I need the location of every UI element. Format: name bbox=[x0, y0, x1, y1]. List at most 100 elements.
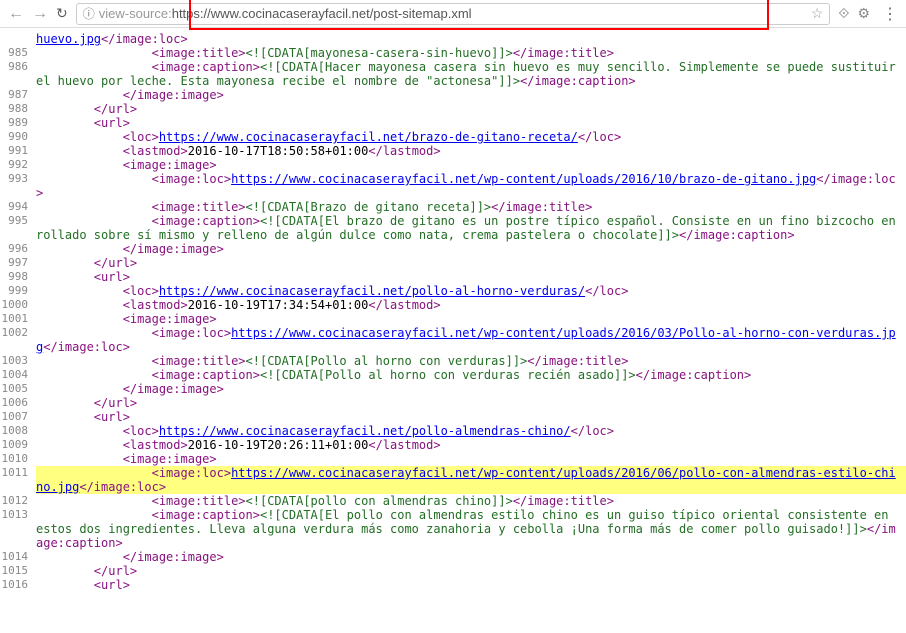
source-line: huevo.jpg</image:loc> bbox=[0, 32, 906, 46]
xml-tag: <loc> bbox=[123, 130, 159, 144]
line-content: <loc>https://www.cocinacaserayfacil.net/… bbox=[36, 424, 906, 438]
source-line: 1015 </url> bbox=[0, 564, 906, 578]
source-line: 986 <image:caption><![CDATA[Hacer mayone… bbox=[0, 60, 906, 88]
line-number: 990 bbox=[0, 130, 36, 144]
source-line: 991 <lastmod>2016-10-17T18:50:58+01:00</… bbox=[0, 144, 906, 158]
source-line: 1008 <loc>https://www.cocinacaserayfacil… bbox=[0, 424, 906, 438]
cdata-text: <![CDATA[mayonesa-casera-sin-huevo]]> bbox=[246, 46, 513, 60]
source-line: 989 <url> bbox=[0, 116, 906, 130]
xml-tag: </image:caption> bbox=[636, 368, 752, 382]
cdata-text: <![CDATA[Pollo al horno con verduras]]> bbox=[246, 354, 528, 368]
xml-tag: <loc> bbox=[123, 424, 159, 438]
xml-tag: <image:caption> bbox=[152, 214, 260, 228]
line-number: 1008 bbox=[0, 424, 36, 438]
cdata-text: <![CDATA[Pollo al horno con verduras rec… bbox=[260, 368, 636, 382]
text-node: 2016-10-19T20:26:11+01:00 bbox=[188, 438, 369, 452]
line-number: 999 bbox=[0, 284, 36, 298]
line-number: 1006 bbox=[0, 396, 36, 410]
source-line: 997 </url> bbox=[0, 256, 906, 270]
line-content: huevo.jpg</image:loc> bbox=[36, 32, 906, 46]
line-content: <image:image> bbox=[36, 452, 906, 466]
reload-button[interactable]: ↻ bbox=[56, 5, 68, 22]
xml-tag: <lastmod> bbox=[123, 144, 188, 158]
menu-button[interactable]: ⋮ bbox=[882, 4, 898, 24]
xml-tag: <image:title> bbox=[152, 494, 246, 508]
back-button[interactable]: ← bbox=[8, 5, 24, 23]
text-node: 2016-10-17T18:50:58+01:00 bbox=[188, 144, 369, 158]
browser-toolbar: ← → ↻ ⓘ view-source:https://www.cocinaca… bbox=[0, 0, 906, 28]
extension-icon-2[interactable]: ⚙ bbox=[857, 5, 870, 22]
xml-tag: </url> bbox=[94, 396, 137, 410]
text-node: 2016-10-19T17:34:54+01:00 bbox=[188, 298, 369, 312]
source-line: 993 <image:loc>https://www.cocinacaseray… bbox=[0, 172, 906, 200]
xml-tag: <image:image> bbox=[123, 312, 217, 326]
line-content: </image:image> bbox=[36, 242, 906, 256]
source-line: 992 <image:image> bbox=[0, 158, 906, 172]
xml-tag: <lastmod> bbox=[123, 298, 188, 312]
source-code-viewer: huevo.jpg</image:loc>985 <image:title><!… bbox=[0, 28, 906, 596]
url-link[interactable]: https://www.cocinacaserayfacil.net/wp-co… bbox=[231, 172, 816, 186]
line-content: <image:caption><![CDATA[Pollo al horno c… bbox=[36, 368, 906, 382]
xml-tag: <image:caption> bbox=[152, 508, 260, 522]
source-line: 1001 <image:image> bbox=[0, 312, 906, 326]
line-content: <image:image> bbox=[36, 312, 906, 326]
source-line: 1002 <image:loc>https://www.cocinacasera… bbox=[0, 326, 906, 354]
xml-tag: </image:loc> bbox=[43, 340, 130, 354]
line-content: <url> bbox=[36, 578, 906, 592]
line-number: 997 bbox=[0, 256, 36, 270]
line-number: 995 bbox=[0, 214, 36, 242]
info-icon[interactable]: ⓘ bbox=[83, 5, 95, 22]
extension-icon-1[interactable]: ⟐ bbox=[838, 5, 849, 22]
line-number: 993 bbox=[0, 172, 36, 200]
source-line: 985 <image:title><![CDATA[mayonesa-caser… bbox=[0, 46, 906, 60]
line-content: <url> bbox=[36, 410, 906, 424]
xml-tag: <image:caption> bbox=[152, 60, 260, 74]
source-line: 1011 <image:loc>https://www.cocinacasera… bbox=[0, 466, 906, 494]
xml-tag: </image:title> bbox=[491, 200, 592, 214]
xml-tag: </image:title> bbox=[527, 354, 628, 368]
source-line: 1006 </url> bbox=[0, 396, 906, 410]
forward-button[interactable]: → bbox=[32, 5, 48, 23]
xml-tag: <lastmod> bbox=[123, 438, 188, 452]
xml-tag: <image:title> bbox=[152, 200, 246, 214]
source-line: 1016 <url> bbox=[0, 578, 906, 592]
source-line: 1013 <image:caption><![CDATA[El pollo co… bbox=[0, 508, 906, 550]
bookmark-star-icon[interactable]: ☆ bbox=[811, 5, 824, 22]
url-link[interactable]: https://www.cocinacaserayfacil.net/brazo… bbox=[159, 130, 578, 144]
line-content: <url> bbox=[36, 270, 906, 284]
line-content: <image:loc>https://www.cocinacaserayfaci… bbox=[36, 172, 906, 200]
extension-icons: ⟐ ⚙ bbox=[838, 5, 870, 22]
url-link[interactable]: https://www.cocinacaserayfacil.net/pollo… bbox=[159, 424, 571, 438]
source-line: 1005 </image:image> bbox=[0, 382, 906, 396]
url-link[interactable]: https://www.cocinacaserayfacil.net/pollo… bbox=[159, 284, 585, 298]
line-content: <image:caption><![CDATA[El brazo de gita… bbox=[36, 214, 906, 242]
address-bar[interactable]: ⓘ view-source:https://www.cocinacaserayf… bbox=[76, 3, 831, 25]
line-content: <image:image> bbox=[36, 158, 906, 172]
xml-tag: </image:loc> bbox=[79, 480, 166, 494]
line-content: <image:title><![CDATA[mayonesa-casera-si… bbox=[36, 46, 906, 60]
line-content: </url> bbox=[36, 564, 906, 578]
xml-tag: </url> bbox=[94, 564, 137, 578]
line-number: 985 bbox=[0, 46, 36, 60]
xml-tag: <url> bbox=[94, 578, 130, 592]
line-number: 1012 bbox=[0, 494, 36, 508]
url-link[interactable]: huevo.jpg bbox=[36, 32, 101, 46]
xml-tag: </loc> bbox=[585, 284, 628, 298]
line-number: 1001 bbox=[0, 312, 36, 326]
line-content: <url> bbox=[36, 116, 906, 130]
line-number: 994 bbox=[0, 200, 36, 214]
source-line: 1000 <lastmod>2016-10-19T17:34:54+01:00<… bbox=[0, 298, 906, 312]
source-line: 1014 </image:image> bbox=[0, 550, 906, 564]
xml-tag: <image:image> bbox=[123, 452, 217, 466]
xml-tag: </lastmod> bbox=[368, 438, 440, 452]
xml-tag: </url> bbox=[94, 102, 137, 116]
xml-tag: </loc> bbox=[571, 424, 614, 438]
line-content: <image:caption><![CDATA[El pollo con alm… bbox=[36, 508, 906, 550]
line-number: 1009 bbox=[0, 438, 36, 452]
source-line: 999 <loc>https://www.cocinacaserayfacil.… bbox=[0, 284, 906, 298]
source-line: 1012 <image:title><![CDATA[pollo con alm… bbox=[0, 494, 906, 508]
line-number: 988 bbox=[0, 102, 36, 116]
xml-tag: </image:image> bbox=[123, 242, 224, 256]
line-content: <lastmod>2016-10-19T17:34:54+01:00</last… bbox=[36, 298, 906, 312]
line-content: <loc>https://www.cocinacaserayfacil.net/… bbox=[36, 130, 906, 144]
